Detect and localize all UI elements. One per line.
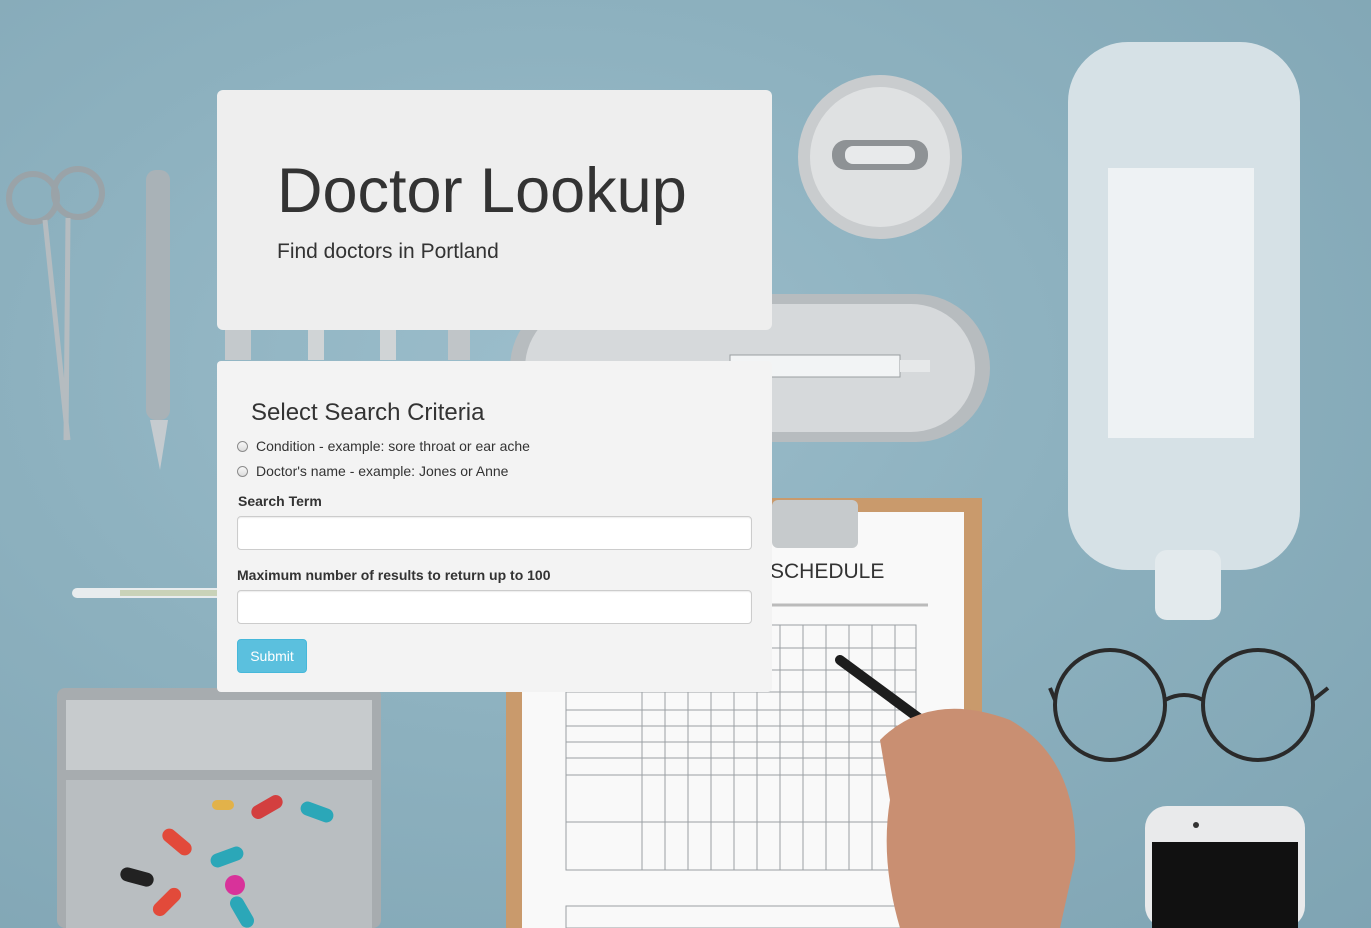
search-term-input[interactable] — [237, 516, 752, 550]
page-title: Doctor Lookup — [277, 156, 687, 226]
iv-bag-icon — [1068, 42, 1300, 620]
doctor-name-radio-option[interactable]: Doctor's name - example: Jones or Anne — [237, 462, 508, 480]
condition-radio[interactable] — [237, 440, 248, 452]
search-term-label: Search Term — [238, 493, 322, 509]
condition-radio-option[interactable]: Condition - example: sore throat or ear … — [237, 437, 530, 455]
pill-tray-icon — [57, 688, 381, 928]
page-subtitle: Find doctors in Portland — [277, 240, 499, 263]
instrument-tip — [225, 330, 251, 360]
glasses-icon — [1048, 648, 1330, 762]
condition-radio-label: Condition - example: sore throat or ear … — [256, 438, 530, 454]
form-heading: Select Search Criteria — [251, 399, 485, 426]
submit-button[interactable]: Submit — [237, 639, 307, 673]
doctor-name-radio-label: Doctor's name - example: Jones or Anne — [256, 463, 509, 479]
max-results-label: Maximum number of results to return up t… — [237, 567, 551, 583]
doctor-name-radio[interactable] — [237, 465, 248, 477]
metal-jar-icon — [798, 75, 962, 239]
thermometer-icon — [72, 588, 222, 598]
header-panel: Doctor Lookup Find doctors in Portland — [217, 90, 772, 330]
schedule-heading: SCHEDULE — [770, 560, 884, 583]
scissors-icon — [6, 166, 105, 441]
phone-icon — [1145, 806, 1305, 928]
scalpel-icon — [146, 170, 170, 470]
max-results-input[interactable] — [237, 590, 752, 624]
search-form: Select Search Criteria Condition - examp… — [217, 361, 772, 692]
